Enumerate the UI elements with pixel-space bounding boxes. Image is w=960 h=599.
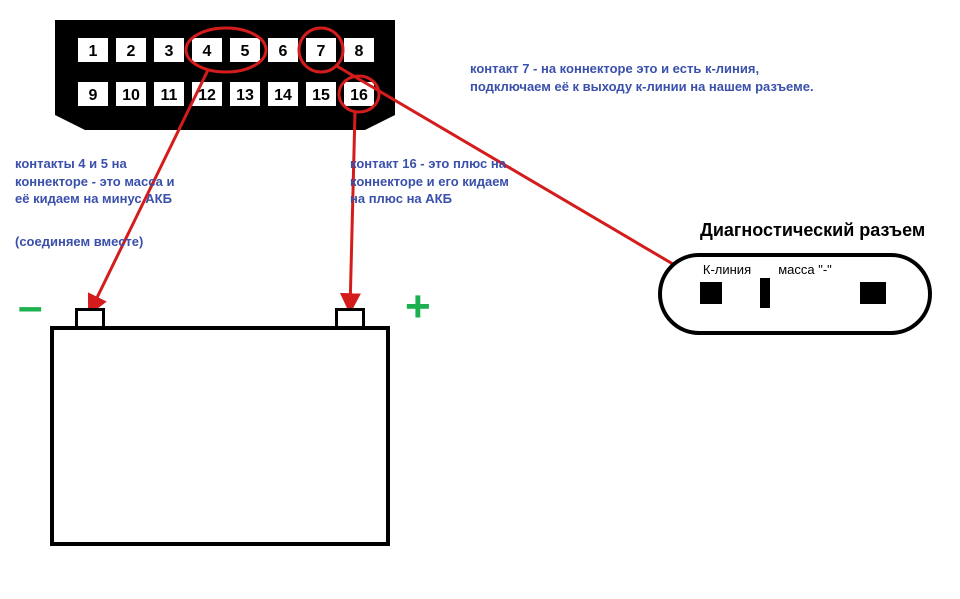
pin-5: 5 — [230, 38, 260, 62]
pin-1: 1 — [78, 38, 108, 62]
svg-text:7: 7 — [317, 43, 326, 60]
svg-text:1: 1 — [89, 43, 98, 60]
pin-14: 14 — [268, 82, 298, 106]
svg-text:11: 11 — [161, 87, 178, 104]
caption-pin4-5-a: контакты 4 и 5 на коннекторе - это масса… — [15, 155, 175, 208]
caption-pin16: контакт 16 - это плюс на коннекторе и ег… — [350, 155, 525, 208]
caption-pin7: контакт 7 - на коннекторе это и есть к-л… — [470, 60, 830, 95]
obd-connector: 1 2 3 4 5 6 7 8 9 10 11 12 13 14 15 16 — [55, 20, 395, 130]
svg-text:2: 2 — [127, 43, 136, 60]
pin-16: 16 — [344, 82, 374, 106]
svg-text:12: 12 — [198, 87, 216, 104]
pin-6: 6 — [268, 38, 298, 62]
pin-3: 3 — [154, 38, 184, 62]
highlight-pin-16 — [339, 76, 379, 112]
diag-title: Диагностический разъем — [700, 218, 925, 242]
highlight-pins-4-5 — [186, 28, 266, 72]
caption-pin4-5-b: (соединяем вместе) — [15, 233, 175, 251]
pin-4: 4 — [192, 38, 222, 62]
svg-text:К-линия: К-линия — [703, 262, 751, 277]
pin-2: 2 — [116, 38, 146, 62]
svg-text:10: 10 — [122, 87, 140, 104]
pin-10: 10 — [116, 82, 146, 106]
svg-text:масса "-": масса "-" — [778, 262, 832, 277]
svg-text:6: 6 — [279, 43, 288, 60]
pin-8: 8 — [344, 38, 374, 62]
svg-text:4: 4 — [203, 43, 212, 60]
pin-9: 9 — [78, 82, 108, 106]
highlight-pin-7 — [299, 28, 343, 72]
svg-text:5: 5 — [241, 43, 250, 60]
svg-text:16: 16 — [350, 87, 368, 104]
diagnostic-connector: К-линия масса "-" — [660, 255, 930, 333]
svg-text:14: 14 — [274, 87, 292, 104]
wire-pin16-to-plus — [350, 112, 355, 310]
svg-text:3: 3 — [165, 43, 174, 60]
svg-text:15: 15 — [312, 87, 330, 104]
pin-15: 15 — [306, 82, 336, 106]
svg-text:9: 9 — [89, 87, 98, 104]
battery-terminal-minus — [75, 308, 105, 328]
minus-symbol: – — [18, 282, 42, 332]
svg-text:8: 8 — [355, 43, 364, 60]
pin-11: 11 — [154, 82, 184, 106]
pin-13: 13 — [230, 82, 260, 106]
svg-text:13: 13 — [236, 87, 254, 104]
plus-symbol: + — [405, 282, 431, 332]
pin-7: 7 — [306, 38, 336, 62]
battery-terminal-plus — [335, 308, 365, 328]
pin-12: 12 — [192, 82, 222, 106]
battery-body — [50, 326, 390, 546]
